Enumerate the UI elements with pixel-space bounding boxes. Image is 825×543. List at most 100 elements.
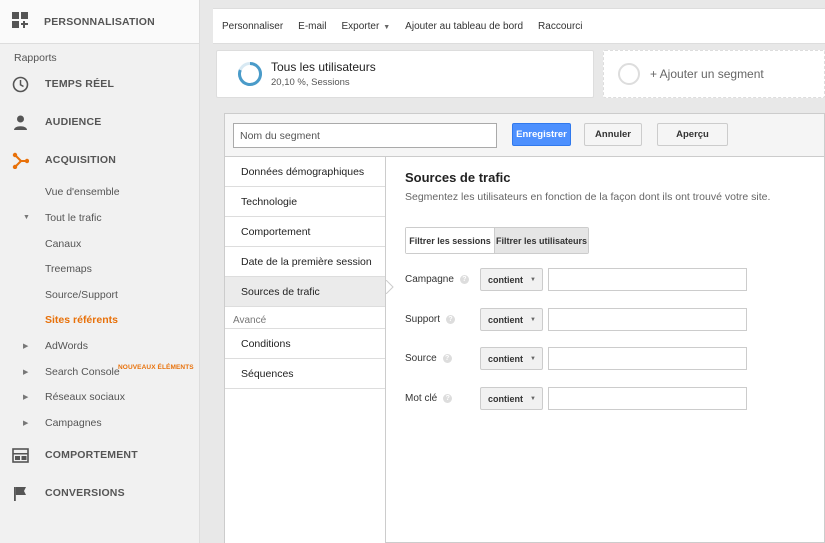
filter-row-campaign: Campagne? contient ▼ [405,268,815,292]
person-icon [12,114,29,131]
nav-item-behavior[interactable]: Comportement [225,217,385,247]
operator-select[interactable]: contient ▼ [480,347,543,370]
caret-right-icon[interactable]: ▶ [23,419,28,427]
editor-nav: Données démographiques Technologie Compo… [225,157,386,543]
segment-name-input[interactable] [233,123,497,148]
filter-label: Campagne [405,274,454,285]
chevron-down-icon: ▼ [530,396,536,402]
content-title: Sources de trafic [405,170,511,185]
clock-icon [12,76,29,93]
operator-value: contient [488,274,523,285]
operator-select[interactable]: contient ▼ [480,387,543,410]
nav-item-demographics[interactable]: Données démographiques [225,157,385,187]
section-label-rapports: Rapports [14,52,57,64]
flag-icon [12,485,29,502]
sidebar-subitem-adwords[interactable]: AdWords [45,340,88,352]
sidebar-item-conversions[interactable]: CONVERSIONS [0,481,200,505]
dashboard-grid-icon [12,12,28,31]
operator-value: contient [488,393,523,404]
nav-item-first-session[interactable]: Date de la première session [225,247,385,277]
filter-value-input[interactable] [548,347,747,370]
segment-ring-icon [238,62,262,86]
filter-row-keyword: Mot clé? contient ▼ [405,387,815,411]
add-segment-button[interactable]: + Ajouter un segment [603,50,825,98]
sidebar-subitem-social[interactable]: Réseaux sociaux [45,391,125,403]
filter-sessions-button[interactable]: Filtrer les sessions [406,228,494,253]
editor-content: Sources de trafic Segmentez les utilisat… [405,170,815,410]
sidebar-item-label: PERSONNALISATION [44,15,155,28]
nav-item-sequences[interactable]: Séquences [225,359,385,389]
behavior-icon [12,447,29,464]
filter-label: Support [405,314,441,325]
preview-button[interactable]: Aperçu [657,123,728,146]
filter-users-button[interactable]: Filtrer les utilisateurs [494,228,588,253]
filter-value-input[interactable] [548,268,747,291]
active-segment-card[interactable]: Tous les utilisateurs 20,10 %, Sessions [216,50,594,98]
operator-select[interactable]: contient ▼ [480,308,543,331]
empty-circle-icon [618,63,640,85]
export-button[interactable]: Exporter ▼ [342,21,391,32]
sidebar-subitem-source-medium[interactable]: Source/Support [45,289,118,301]
sidebar-subitem-search-console[interactable]: Search Console [45,366,120,378]
operator-value: contient [488,353,523,364]
caret-right-icon[interactable]: ▶ [23,393,28,401]
sidebar-item-personnalisation[interactable]: PERSONNALISATION [0,0,199,44]
sidebar-item-acquisition[interactable]: ACQUISITION [0,148,200,172]
segment-bar: Tous les utilisateurs 20,10 %, Sessions … [213,48,825,100]
segment-title: Tous les utilisateurs [271,60,376,74]
filter-row-source: Source? contient ▼ [405,347,815,371]
segment-editor: Enregistrer Annuler Aperçu Données démog… [224,113,825,543]
caret-down-icon[interactable]: ▼ [23,214,30,221]
editor-header: Enregistrer Annuler Aperçu [225,114,824,157]
customize-button[interactable]: Personnaliser [222,21,283,32]
sidebar-item-label: ACQUISITION [45,154,117,166]
active-pointer-icon [386,280,394,294]
filter-row-medium: Support? contient ▼ [405,308,815,332]
sidebar-subitem-all-traffic[interactable]: Tout le trafic [45,212,102,224]
content-description: Segmentez les utilisateurs en fonction d… [405,191,771,203]
add-segment-label: + Ajouter un segment [650,67,764,81]
sidebar-item-temps-reel[interactable]: TEMPS RÉEL [0,72,200,96]
cancel-button[interactable]: Annuler [584,123,642,146]
save-button[interactable]: Enregistrer [512,123,571,146]
add-to-dashboard-button[interactable]: Ajouter au tableau de bord [405,21,523,32]
segment-subtitle: 20,10 %, Sessions [271,77,350,88]
nav-item-traffic-sources[interactable]: Sources de trafic [225,277,385,307]
email-button[interactable]: E-mail [298,21,326,32]
sidebar-item-label: COMPORTEMENT [45,449,138,461]
sidebar-subitem-campaigns[interactable]: Campagnes [45,417,102,429]
nav-section-advanced: Avancé [225,307,385,329]
sidebar-subitem-channels[interactable]: Canaux [45,238,81,250]
sidebar-item-comportement[interactable]: COMPORTEMENT [0,443,200,467]
sidebar-item-label: TEMPS RÉEL [45,78,115,90]
chevron-down-icon: ▼ [530,317,536,323]
chevron-down-icon: ▼ [530,356,536,362]
filter-value-input[interactable] [548,308,747,331]
operator-select[interactable]: contient ▼ [480,268,543,291]
shortcut-button[interactable]: Raccourci [538,21,582,32]
help-icon[interactable]: ? [446,315,456,324]
sidebar-subitem-overview[interactable]: Vue d'ensemble [45,186,120,198]
filter-label: Source [405,353,437,364]
sidebar-subitem-treemaps[interactable]: Treemaps [45,263,92,275]
nav-item-technology[interactable]: Technologie [225,187,385,217]
nav-item-conditions[interactable]: Conditions [225,329,385,359]
filter-value-input[interactable] [548,387,747,410]
chevron-down-icon: ▼ [530,277,536,283]
help-icon[interactable]: ? [459,275,469,284]
export-label: Exporter [341,20,380,32]
caret-right-icon[interactable]: ▶ [23,368,28,376]
chevron-down-icon: ▼ [381,23,391,31]
sidebar-subitem-referrals[interactable]: Sites référents [45,314,118,326]
help-icon[interactable]: ? [443,394,453,403]
filter-scope-toggle: Filtrer les sessions Filtrer les utilisa… [405,227,589,254]
caret-right-icon[interactable]: ▶ [23,342,28,350]
sidebar: PERSONNALISATION Rapports TEMPS RÉEL AUD… [0,0,200,543]
sidebar-item-label: AUDIENCE [45,116,102,128]
operator-value: contient [488,314,523,325]
filter-label: Mot clé [405,393,438,404]
help-icon[interactable]: ? [442,354,452,363]
report-toolbar: Personnaliser E-mail Exporter ▼ Ajouter … [213,8,825,44]
sidebar-item-audience[interactable]: AUDIENCE [0,110,200,134]
new-items-badge: NOUVEAUX ÉLÉMENTS [118,364,194,371]
